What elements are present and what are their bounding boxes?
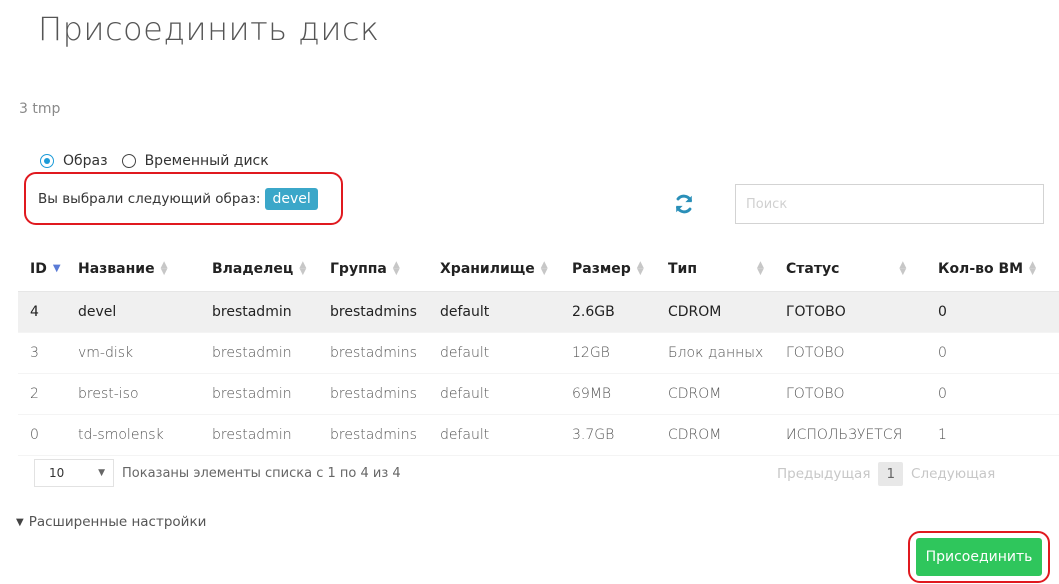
current-page-button[interactable]: 1: [878, 462, 904, 486]
cell-datastore: default: [440, 344, 490, 361]
cell-datastore: default: [440, 426, 490, 443]
cell-group: brestadmins: [330, 385, 417, 402]
cell-id: 4: [18, 291, 66, 332]
cell-group: brestadmins: [330, 426, 417, 443]
sort-icon: ▲ ▼: [757, 259, 764, 277]
column-label: Размер: [572, 260, 631, 277]
column-header-type[interactable]: Тип ▲ ▼: [656, 247, 774, 292]
column-label: Название: [78, 260, 155, 277]
radio-checked-icon: [40, 154, 54, 168]
selected-image-tag: devel: [265, 187, 318, 210]
cell-type: CDROM: [668, 426, 722, 443]
cell-status: ГОТОВО: [786, 344, 845, 361]
pagination-info: Показаны элементы списка с 1 по 4 из 4: [122, 465, 401, 481]
sort-icon: ▲ ▼: [540, 259, 548, 277]
column-label: Группа: [330, 260, 387, 277]
table-row[interactable]: 2 brest-iso brestadmin brestadmins defau…: [18, 373, 1059, 414]
sort-icon: ▲ ▼: [392, 259, 400, 277]
radio-unchecked-icon: [121, 154, 136, 168]
column-label: Тип: [668, 260, 698, 277]
cell-name: vm-disk: [78, 344, 134, 361]
search-input[interactable]: [735, 184, 1044, 224]
chevron-down-icon: ▼: [16, 516, 24, 528]
column-header-name[interactable]: Название ▲ ▼: [66, 247, 200, 292]
cell-owner: brestadmin: [212, 344, 292, 361]
table-row[interactable]: 0 td-smolensk brestadmin brestadmins def…: [18, 414, 1059, 455]
column-header-vm-count[interactable]: Кол-во ВМ ▲ ▼: [926, 247, 1059, 292]
column-header-datastore[interactable]: Хранилище ▲ ▼: [428, 247, 560, 292]
attach-button-highlight: Присоединить: [908, 531, 1050, 583]
cell-type: Блок данных: [668, 344, 764, 361]
table-row[interactable]: 3 vm-disk brestadmin brestadmins default…: [18, 332, 1059, 373]
column-label: Хранилище: [440, 260, 535, 277]
column-header-id[interactable]: ID ▼: [18, 247, 66, 292]
cell-group: brestadmins: [318, 291, 428, 332]
cell-id: 3: [30, 344, 39, 361]
column-label: Статус: [786, 260, 840, 277]
page-size-value: 10: [49, 466, 65, 480]
column-header-group[interactable]: Группа ▲ ▼: [318, 247, 428, 292]
column-header-status[interactable]: Статус ▲ ▼: [774, 247, 926, 292]
column-label: Владелец: [212, 260, 294, 277]
radio-temporary-disk-label: Временный диск: [144, 153, 269, 169]
pagination: Предыдущая 1 Следующая: [771, 462, 1001, 486]
column-label: Кол-во ВМ: [938, 260, 1024, 277]
column-header-size[interactable]: Размер ▲ ▼: [560, 247, 656, 292]
table-row[interactable]: 4 devel brestadmin brestadmins default 2…: [18, 291, 1059, 332]
sort-icon: ▲ ▼: [299, 259, 307, 277]
cell-group: brestadmins: [330, 344, 417, 361]
radio-image-label: Образ: [63, 153, 108, 169]
column-header-owner[interactable]: Владелец ▲ ▼: [200, 247, 318, 292]
cell-vm-count: 0: [938, 344, 947, 361]
chevron-down-icon: ▼: [98, 468, 105, 478]
cell-status: ГОТОВО: [774, 291, 926, 332]
cell-owner: brestadmin: [200, 291, 318, 332]
sort-icon: ▲ ▼: [899, 259, 907, 277]
cell-size: 69MB: [572, 385, 612, 402]
sort-icon: ▲ ▼: [636, 259, 644, 277]
cell-vm-count: 0: [926, 291, 1059, 332]
radio-image[interactable]: Образ: [40, 153, 108, 169]
dialog-subtitle: 3 tmp: [19, 101, 61, 117]
refresh-icon[interactable]: [673, 193, 695, 215]
cell-owner: brestadmin: [212, 385, 292, 402]
advanced-settings-toggle[interactable]: ▼ Расширенные настройки: [16, 514, 206, 530]
column-label: ID: [30, 260, 47, 277]
cell-vm-count: 1: [938, 426, 947, 443]
attach-button[interactable]: Присоединить: [916, 538, 1042, 576]
cell-size: 3.7GB: [572, 426, 615, 443]
cell-type: CDROM: [668, 385, 722, 402]
cell-datastore: default: [440, 385, 490, 402]
next-page-button[interactable]: Следующая: [911, 466, 995, 482]
page-size-area: 10 ▼ Показаны элементы списка с 1 по 4 и…: [34, 459, 401, 487]
dialog-title: Присоединить диск: [38, 10, 380, 48]
selected-image-text: Вы выбрали следующий образ:: [38, 190, 261, 207]
cell-owner: brestadmin: [212, 426, 292, 443]
cell-size: 12GB: [572, 344, 610, 361]
cell-name: brest-iso: [78, 385, 139, 402]
sort-icon: ▲ ▼: [1029, 259, 1037, 277]
cell-id: 0: [30, 426, 39, 443]
advanced-settings-label: Расширенные настройки: [28, 514, 207, 530]
cell-status: ИСПОЛЬЗУЕТСЯ: [786, 426, 903, 443]
cell-name: td-smolensk: [78, 426, 164, 443]
page-size-select[interactable]: 10 ▼: [34, 459, 114, 487]
cell-status: ГОТОВО: [786, 385, 845, 402]
cell-datastore: default: [428, 291, 560, 332]
cell-vm-count: 0: [938, 385, 947, 402]
selected-image-info: Вы выбрали следующий образ: devel: [24, 172, 343, 225]
sort-desc-icon: ▼: [52, 263, 61, 275]
cell-type: CDROM: [656, 291, 774, 332]
image-type-radio-group: Образ Временный диск: [40, 153, 283, 169]
prev-page-button[interactable]: Предыдущая: [777, 466, 870, 482]
cell-name: devel: [66, 291, 200, 332]
radio-temporary-disk[interactable]: Временный диск: [121, 153, 269, 169]
images-table: ID ▼ Название ▲ ▼ Владелец ▲ ▼ Группа ▲ ▼ Храни…: [18, 247, 1059, 456]
table-header-row: ID ▼ Название ▲ ▼ Владелец ▲ ▼ Группа ▲ ▼ Храни…: [18, 247, 1059, 292]
sort-icon: ▲ ▼: [160, 259, 168, 277]
cell-size: 2.6GB: [560, 291, 656, 332]
cell-id: 2: [30, 385, 39, 402]
